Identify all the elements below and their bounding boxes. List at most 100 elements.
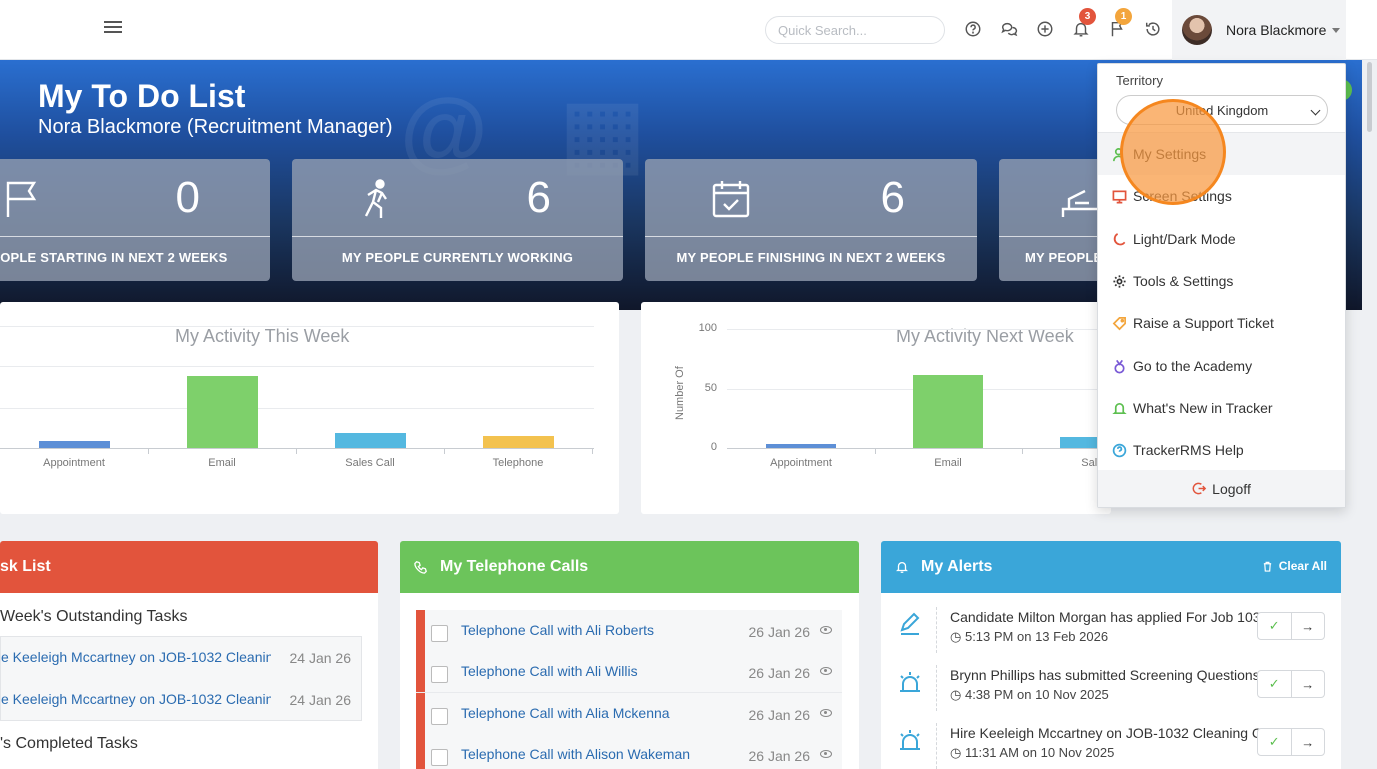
phone-icon [414, 560, 428, 574]
list-item[interactable]: Hire Keeleigh Mccartney on JOB-1032 Clea… [881, 717, 1341, 769]
alert-timestamp: 11:31 AM on 10 Nov 2025 [964, 745, 1115, 760]
bell-icon[interactable]: 3 [1072, 8, 1096, 40]
chart-bar-telephone[interactable] [482, 435, 554, 448]
scrollbar-thumb[interactable] [1367, 62, 1372, 132]
call-link[interactable]: Telephone Call with Ali Willis [461, 663, 638, 679]
eye-icon[interactable] [820, 709, 832, 717]
x-tick [1021, 448, 1023, 454]
call-checkbox[interactable] [431, 625, 448, 642]
gridline [0, 407, 594, 409]
scrollbar-track[interactable] [1365, 60, 1373, 769]
help-icon[interactable] [964, 20, 984, 40]
logoff-icon [1192, 482, 1207, 495]
stat-label: PEOPLE STARTING IN NEXT 2 WEEKS [0, 250, 228, 265]
call-checkbox[interactable] [431, 666, 448, 683]
x-tick-label: Telephone [492, 457, 544, 469]
user-settings-icon [1112, 147, 1127, 162]
x-tick-label: Email [934, 457, 962, 469]
priority-stripe [416, 610, 425, 651]
medal-icon [1112, 359, 1127, 374]
history-icon[interactable] [1144, 20, 1164, 40]
menu-item-academy[interactable]: Go to the Academy [1098, 345, 1345, 387]
logoff-label: Logoff [1212, 480, 1251, 497]
menu-item-whats-new[interactable]: What's New in Tracker [1098, 387, 1345, 429]
call-checkbox[interactable] [431, 708, 448, 725]
alert-title: Brynn Phillips has submitted Screening Q… [950, 667, 1260, 683]
trash-icon [1263, 561, 1271, 572]
menu-item-support-ticket[interactable]: Raise a Support Ticket [1098, 302, 1345, 344]
table-row: Telephone Call with Alia Mckenna 26 Jan … [416, 693, 842, 735]
territory-select[interactable]: United Kingdom [1116, 95, 1328, 125]
arrow-right-icon[interactable]: → [1290, 671, 1325, 697]
menu-item-light-dark-mode[interactable]: Light/Dark Mode [1098, 218, 1345, 260]
call-date: 26 Jan 26 [748, 624, 811, 640]
x-axis [727, 448, 1111, 449]
task-link[interactable]: e Keeleigh Mccartney on JOB-1032 Cleanin… [1, 691, 271, 707]
telephone-calls-header: My Telephone Calls [400, 541, 859, 593]
clear-all-button[interactable]: Clear All [1262, 559, 1327, 573]
chart-bar-appointment[interactable] [38, 441, 110, 448]
divider [936, 723, 937, 769]
activity-this-week-panel: My Activity This Week Appointment Email Sa… [0, 302, 619, 514]
call-link[interactable]: Telephone Call with Ali Roberts [461, 622, 654, 638]
user-menu-toggle[interactable]: Nora Blackmore [1172, 0, 1346, 60]
user-name: Nora Blackmore [1226, 22, 1327, 38]
stat-value: 6 [880, 173, 905, 222]
logoff-button[interactable]: Logoff [1098, 470, 1345, 507]
x-tick-label: Sales Call [345, 457, 395, 469]
arrow-right-icon[interactable]: → [1290, 729, 1325, 755]
call-link[interactable]: Telephone Call with Alison Wakeman [461, 746, 690, 762]
running-person-icon [354, 177, 398, 221]
menu-item-label: What's New in Tracker [1133, 400, 1273, 416]
x-tick [592, 448, 593, 454]
flag-icon[interactable]: 1 [1108, 8, 1132, 40]
stat-card-finishing[interactable]: 6 MY PEOPLE FINISHING IN NEXT 2 WEEKS [645, 159, 977, 281]
check-icon[interactable]: ✓ [1258, 613, 1291, 639]
menu-item-screen-settings[interactable]: Screen Settings [1098, 175, 1345, 217]
hamburger-menu-icon[interactable] [104, 21, 122, 35]
alert-actions: ✓ → [1257, 670, 1325, 698]
check-icon[interactable]: ✓ [1258, 671, 1291, 697]
x-tick [874, 448, 876, 454]
monitor-icon [1112, 189, 1127, 204]
check-icon[interactable]: ✓ [1258, 729, 1291, 755]
table-row: Telephone Call with Ali Roberts 26 Jan 2… [416, 610, 842, 652]
list-item[interactable]: Brynn Phillips has submitted Screening Q… [881, 659, 1341, 717]
eye-icon[interactable] [820, 667, 832, 675]
stat-card-starting[interactable]: 0 PEOPLE STARTING IN NEXT 2 WEEKS [0, 159, 270, 281]
arrow-right-icon[interactable]: → [1290, 613, 1325, 639]
call-link[interactable]: Telephone Call with Alia Mckenna [461, 705, 670, 721]
chart-bar-email[interactable] [913, 375, 983, 448]
chart-bar-appointment[interactable] [766, 444, 836, 448]
task-list-header: sk List [0, 541, 378, 593]
gridline [0, 366, 594, 368]
clear-all-label: Clear All [1278, 559, 1327, 573]
alert-actions: ✓ → [1257, 728, 1325, 756]
chat-icon[interactable] [1000, 20, 1020, 40]
call-checkbox[interactable] [431, 749, 448, 766]
menu-item-tools-settings[interactable]: Tools & Settings [1098, 260, 1345, 302]
add-icon[interactable] [1036, 20, 1056, 40]
chart-bar-sales-call[interactable] [334, 433, 406, 448]
stat-card-working[interactable]: 6 MY PEOPLE CURRENTLY WORKING [292, 159, 623, 281]
flag-badge: 1 [1115, 8, 1132, 25]
stat-label: MY PEOPLE FINISHING IN NEXT 2 WEEKS [676, 250, 946, 265]
quick-search-input[interactable] [765, 16, 945, 44]
chart-bar-email[interactable] [186, 376, 258, 448]
top-bar: 3 1 Nora Blackmore [0, 0, 1377, 60]
flag-icon [0, 177, 44, 221]
task-list-body: Week's Outstanding Tasks e Keeleigh Mcca… [0, 593, 378, 769]
ticket-icon [1112, 316, 1127, 331]
eye-icon[interactable] [820, 626, 832, 634]
menu-item-my-settings[interactable]: My Settings [1098, 133, 1345, 175]
eye-icon[interactable] [820, 750, 832, 758]
territory-label: Territory [1116, 73, 1163, 88]
user-dropdown-menu: Territory United Kingdom My Settings Scr… [1097, 63, 1346, 508]
task-date: 24 Jan 26 [289, 692, 352, 708]
alarm-icon [897, 669, 923, 695]
priority-stripe [416, 651, 425, 692]
task-link[interactable]: e Keeleigh Mccartney on JOB-1032 Cleanin… [1, 649, 271, 665]
menu-item-help[interactable]: TrackerRMS Help [1098, 429, 1345, 471]
priority-stripe [416, 693, 425, 734]
list-item[interactable]: Candidate Milton Morgan has applied For … [881, 601, 1341, 659]
